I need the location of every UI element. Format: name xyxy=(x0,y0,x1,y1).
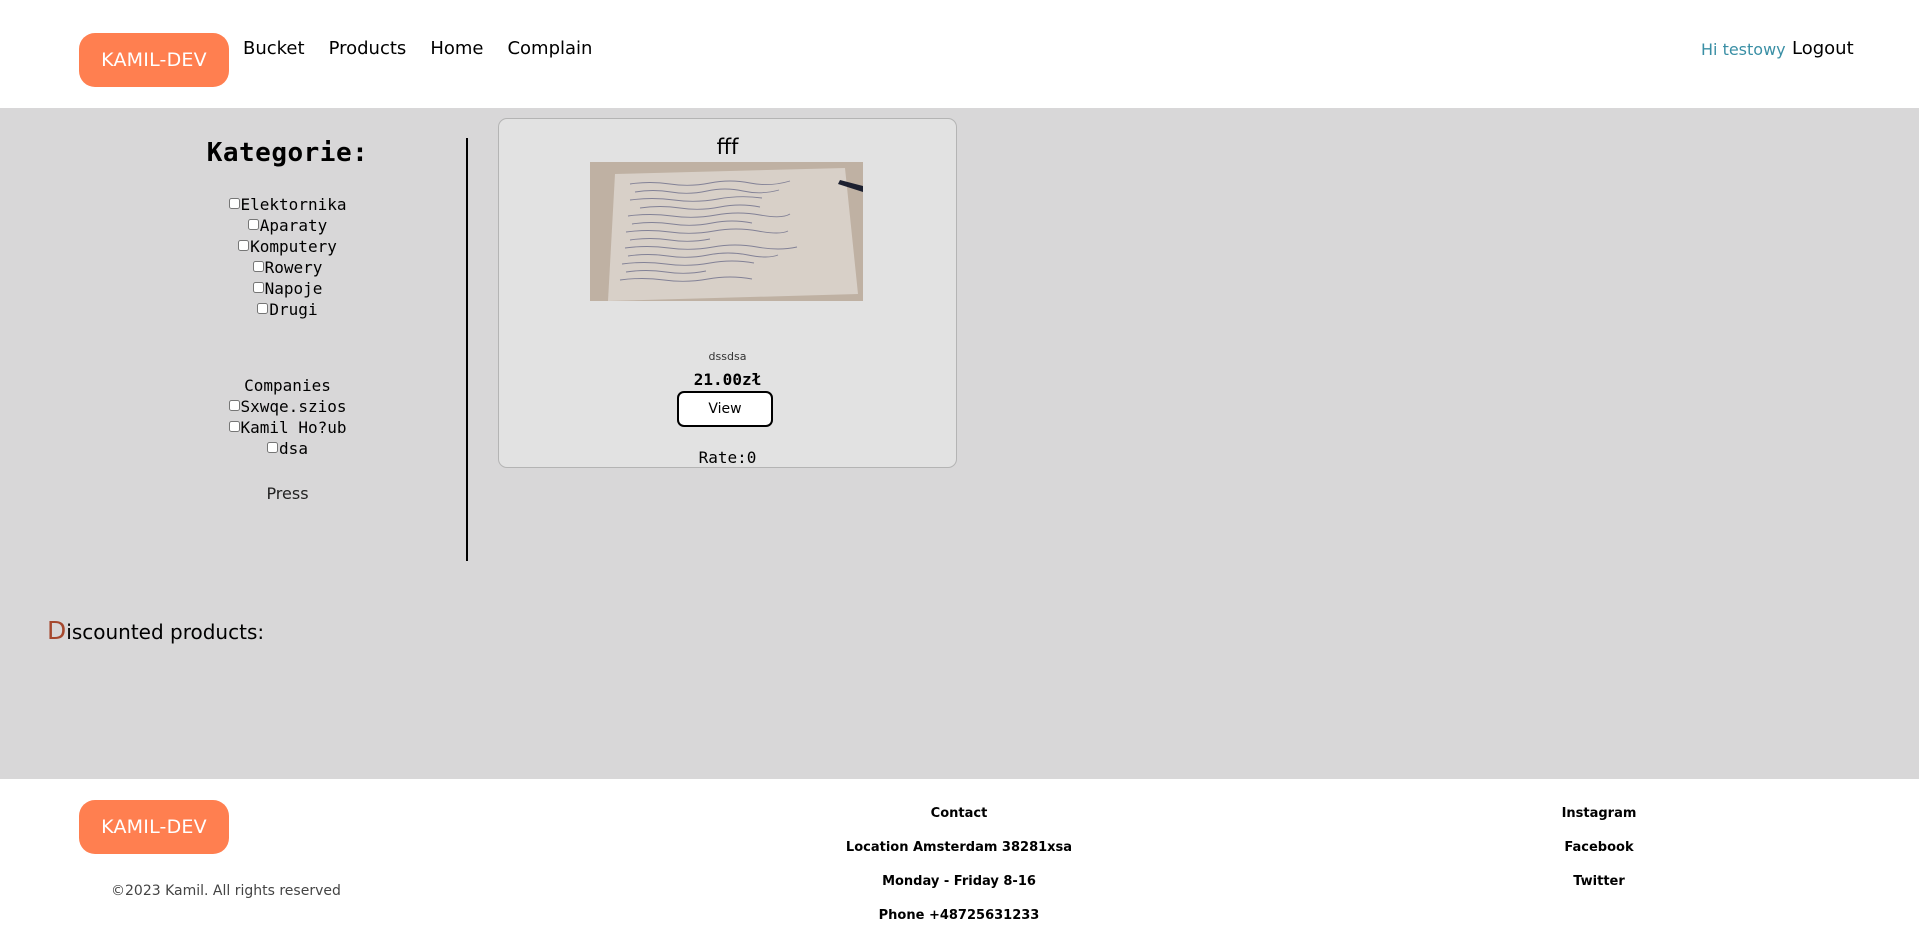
handwritten-note-photo xyxy=(590,162,863,301)
category-item: Elektornika xyxy=(150,194,425,215)
product-title: fff xyxy=(716,135,739,159)
category-item: Komputery xyxy=(150,236,425,257)
nav-products[interactable]: Products xyxy=(329,38,407,59)
category-item: Napoje xyxy=(150,278,425,299)
product-description: dssdsa xyxy=(708,350,747,363)
user-greeting: Hi testowy xyxy=(1701,40,1786,59)
logout-link[interactable]: Logout xyxy=(1792,38,1854,59)
category-label: Aparaty xyxy=(259,216,328,235)
category-label: Komputery xyxy=(250,237,337,256)
category-label: Elektornika xyxy=(240,195,347,214)
categories-title: Kategorie: xyxy=(206,138,369,168)
category-item: Rowery xyxy=(150,257,425,278)
category-checkbox[interactable] xyxy=(252,261,264,272)
nav-complain[interactable]: Complain xyxy=(507,38,592,59)
filter-sidebar: Kategorie: Elektornika Aparaty Komputery… xyxy=(150,138,425,503)
twitter-link[interactable]: Twitter xyxy=(1573,874,1625,889)
category-checkbox[interactable] xyxy=(238,240,250,251)
contact-title[interactable]: Contact xyxy=(931,806,988,821)
instagram-link[interactable]: Instagram xyxy=(1562,806,1637,821)
category-checkbox[interactable] xyxy=(257,303,269,314)
product-card: fff dssdsa 21.00zł View Rate:0 xyxy=(498,118,957,468)
company-label: Sxwqe.szios xyxy=(240,397,347,416)
category-checkbox[interactable] xyxy=(247,219,259,230)
contact-column: Contact Location Amsterdam 38281xsa Mond… xyxy=(818,806,1100,942)
product-image[interactable] xyxy=(590,162,863,301)
company-checkbox[interactable] xyxy=(267,442,279,453)
view-button[interactable]: View xyxy=(677,391,773,427)
nav-bucket[interactable]: Bucket xyxy=(243,38,305,59)
main-content: Kategorie: Elektornika Aparaty Komputery… xyxy=(0,108,1919,779)
category-item: Aparaty xyxy=(150,215,425,236)
press-button[interactable]: Press xyxy=(150,484,425,503)
contact-location: Location Amsterdam 38281xsa xyxy=(845,840,1073,855)
company-item: Kamil Ho?ub xyxy=(150,417,425,438)
category-checkbox[interactable] xyxy=(228,198,240,209)
footer-logo[interactable]: KAMIL-DEV xyxy=(79,800,229,854)
company-item: dsa xyxy=(150,438,425,459)
discounted-first-letter: D xyxy=(47,616,67,645)
company-label: dsa xyxy=(279,439,308,458)
discounted-heading-text: iscounted products: xyxy=(66,620,265,644)
copyright: ©2023 Kamil. All rights reserved xyxy=(111,883,341,899)
product-price: 21.00zł xyxy=(693,370,762,389)
company-label: Kamil Ho?ub xyxy=(240,418,347,437)
contact-phone: Phone +48725631233 xyxy=(878,908,1040,923)
category-checkbox[interactable] xyxy=(252,282,264,293)
nav-home[interactable]: Home xyxy=(430,38,483,59)
discounted-products-heading: Discounted products: xyxy=(47,616,264,645)
category-label: Rowery xyxy=(264,258,323,277)
header: KAMIL-DEV Bucket Products Home Complain … xyxy=(0,0,1919,108)
category-item: Drugi xyxy=(150,299,425,320)
company-checkbox[interactable] xyxy=(228,421,240,432)
company-checkbox[interactable] xyxy=(228,400,240,411)
logo[interactable]: KAMIL-DEV xyxy=(79,33,229,87)
company-item: Sxwqe.szios xyxy=(150,396,425,417)
companies-title: Companies xyxy=(244,376,331,395)
social-column: Instagram Facebook Twitter xyxy=(1548,806,1650,908)
product-rate: Rate:0 xyxy=(698,448,757,467)
facebook-link[interactable]: Facebook xyxy=(1564,840,1633,855)
footer: KAMIL-DEV ©2023 Kamil. All rights reserv… xyxy=(0,779,1919,931)
main-nav: Bucket Products Home Complain xyxy=(243,38,592,59)
sidebar-divider xyxy=(466,138,468,561)
contact-hours: Monday - Friday 8-16 xyxy=(882,874,1036,889)
category-label: Drugi xyxy=(269,300,318,319)
category-label: Napoje xyxy=(264,279,323,298)
